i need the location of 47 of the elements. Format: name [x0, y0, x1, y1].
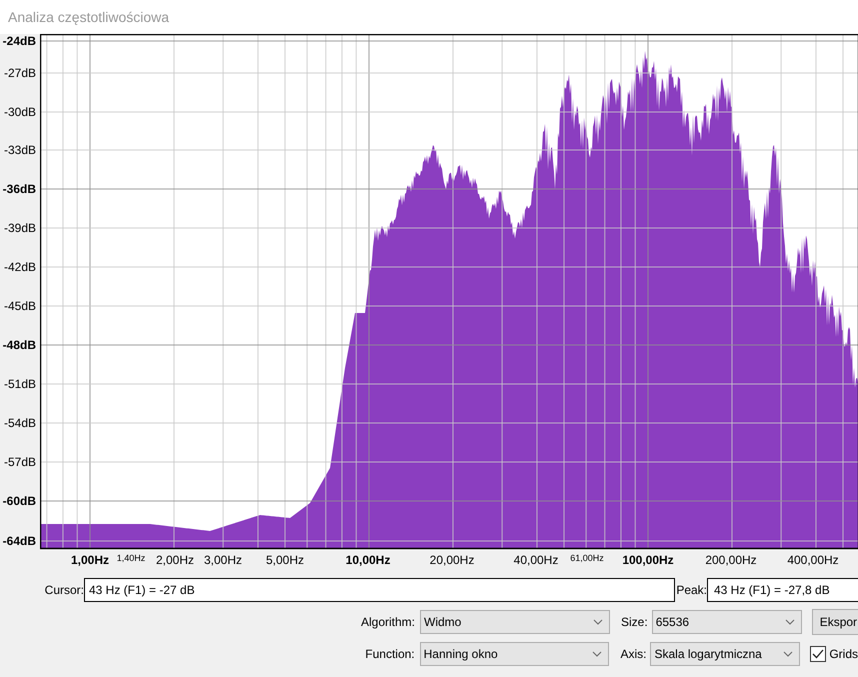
axis-dropdown[interactable]: Skala logarytmiczna — [650, 642, 800, 666]
y-axis-label: -64dB — [2, 535, 36, 547]
y-axis-label: -30dB — [4, 106, 36, 118]
chevron-down-icon — [593, 619, 603, 625]
x-axis-label: 1,00Hz — [70, 554, 110, 566]
axis-label: Axis: — [620, 646, 646, 663]
y-axis-label: -54dB — [4, 417, 36, 429]
y-axis-label: -24dB — [2, 35, 36, 47]
x-axis-label: 61,00Hz — [570, 554, 604, 563]
window-title: Analiza częstotliwościowa — [8, 8, 170, 27]
y-axis-label: -33dB — [4, 144, 36, 156]
x-axis-label: 3,00Hz — [204, 554, 242, 566]
x-axis-label: 400,00Hz — [787, 554, 839, 566]
chevron-down-icon — [592, 651, 602, 657]
size-dropdown[interactable]: 65536 — [652, 610, 802, 634]
peak-label: Peak: — [675, 582, 707, 599]
y-axis-label: -57dB — [4, 456, 36, 468]
chevron-down-icon — [784, 619, 795, 625]
chevron-down-icon — [783, 651, 794, 657]
x-axis-label: 1,40Hz — [116, 554, 146, 563]
grids-label: Grids — [829, 646, 858, 663]
grids-checkbox[interactable] — [810, 646, 826, 662]
y-axis-label: -51dB — [4, 378, 36, 390]
cursor-field[interactable]: 43 Hz (F1) = -27 dB — [84, 578, 675, 602]
y-axis-label: -42dB — [4, 261, 36, 273]
y-axis-label: -36dB — [2, 183, 36, 195]
function-dropdown[interactable]: Hanning okno — [420, 642, 610, 666]
cursor-label: Cursor: — [44, 582, 84, 599]
x-axis-label: 5,00Hz — [266, 554, 304, 566]
x-axis-label: 200,00Hz — [705, 554, 757, 566]
function-label: Function: — [364, 646, 415, 663]
x-axis-label: 2,00Hz — [156, 554, 194, 566]
checkmark-icon — [812, 649, 824, 659]
y-axis-label: -27dB — [4, 67, 36, 79]
size-label: Size: — [621, 614, 648, 631]
y-axis-label: -60dB — [2, 495, 36, 507]
y-axis-label: -39dB — [4, 222, 36, 234]
x-axis-label: 100,00Hz — [622, 554, 674, 566]
y-axis-label: -48dB — [2, 339, 36, 351]
x-axis-label: 10,00Hz — [346, 554, 390, 566]
algorithm-label: Algorithm: — [360, 614, 415, 631]
x-axis-label: 20,00Hz — [430, 554, 474, 566]
x-axis-label: 40,00Hz — [514, 554, 558, 566]
algorithm-dropdown[interactable]: Widmo — [420, 610, 610, 634]
y-axis-label: -45dB — [4, 300, 36, 312]
peak-field[interactable]: 43 Hz (F1) = -27,8 dB — [707, 578, 858, 602]
export-button[interactable]: Ekspor — [812, 609, 858, 635]
